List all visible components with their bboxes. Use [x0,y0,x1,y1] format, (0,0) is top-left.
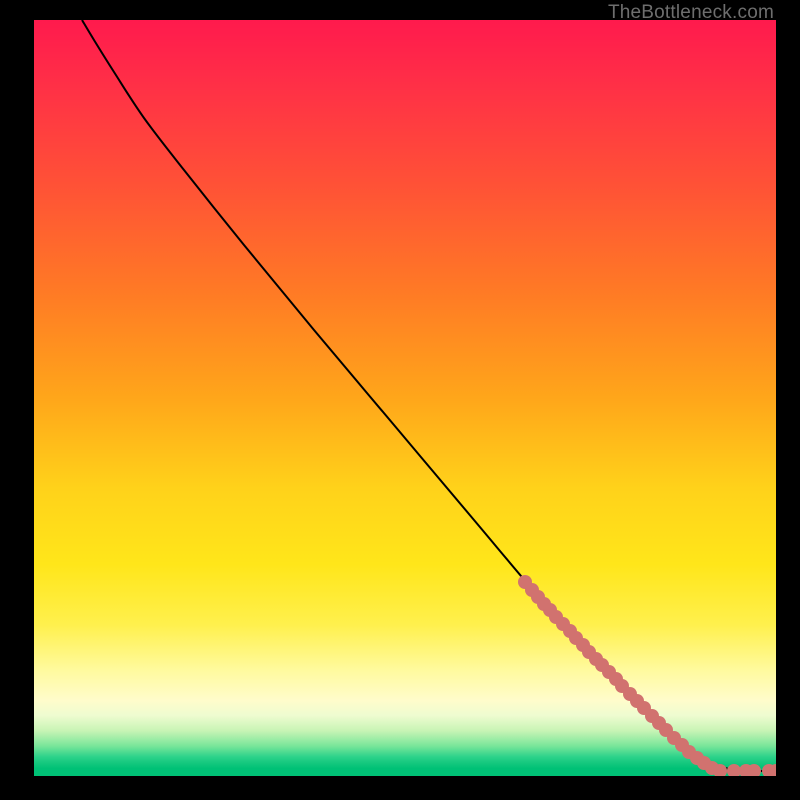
chart-svg [34,20,776,776]
bottleneck-curve [82,20,776,771]
chart-stage: TheBottleneck.com [0,0,800,800]
plot-area [34,20,776,776]
data-points [518,575,776,776]
data-point [727,764,741,776]
